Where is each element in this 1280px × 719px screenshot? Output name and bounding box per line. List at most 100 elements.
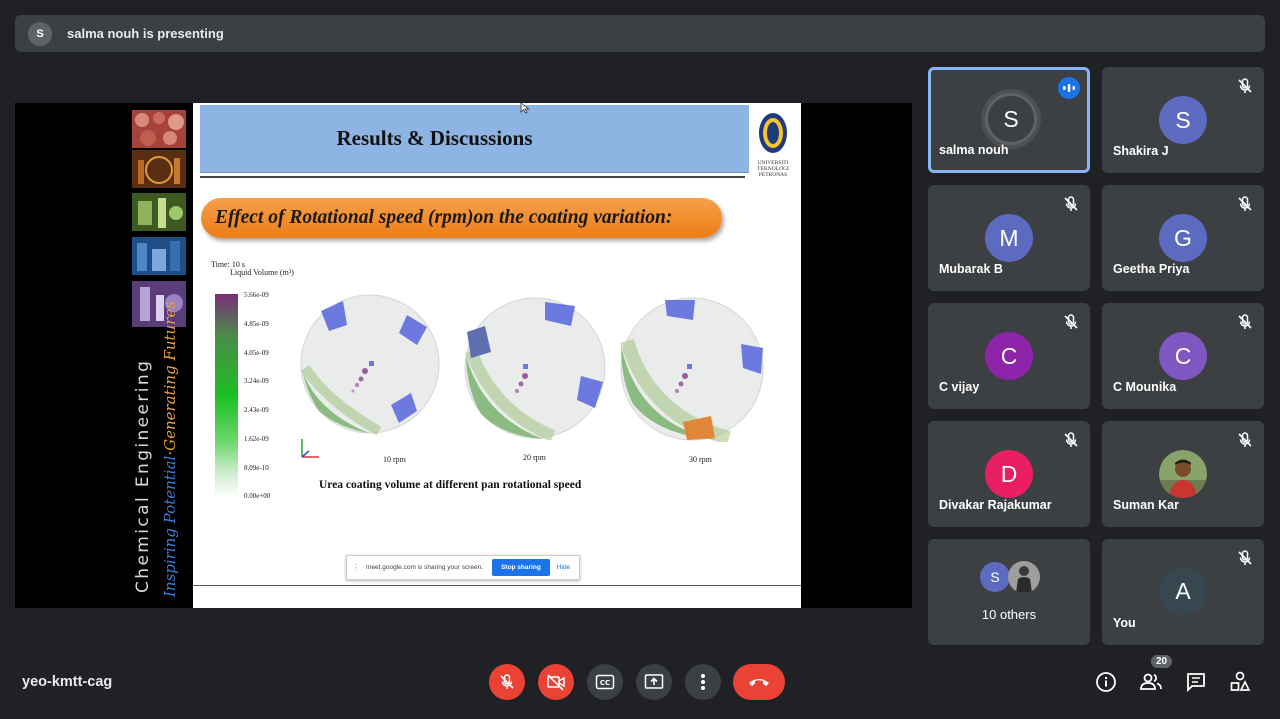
- microphone-toggle-button[interactable]: [489, 664, 525, 700]
- present-screen-icon: [644, 674, 664, 689]
- captions-button[interactable]: CC: [587, 664, 623, 700]
- presentation-banner: S salma nouh is presenting: [15, 15, 1265, 52]
- participant-avatar: M: [985, 214, 1033, 262]
- more-vertical-icon: [701, 674, 705, 690]
- mic-off-icon: [1064, 432, 1078, 447]
- pan-simulation-20rpm: [464, 297, 606, 440]
- present-screen-button[interactable]: [636, 664, 672, 700]
- thumbnail-image-2: [132, 150, 186, 188]
- participant-avatar: S: [985, 93, 1037, 145]
- participant-tile-others[interactable]: S 10 others: [928, 539, 1090, 645]
- leave-call-button[interactable]: [733, 664, 785, 700]
- mic-off-icon: [1238, 432, 1252, 447]
- speaking-indicator-icon: [1058, 77, 1080, 99]
- axis-triad-icon: [301, 439, 319, 458]
- hang-up-icon: [749, 679, 769, 686]
- rpm-label-10: 10 rpm: [383, 455, 406, 464]
- rpm-label-20: 20 rpm: [523, 453, 546, 462]
- closed-captions-icon: CC: [595, 674, 615, 690]
- activities-button[interactable]: [1227, 669, 1253, 695]
- activities-shapes-icon: [1230, 671, 1251, 691]
- liquid-volume-label: Liquid Volume (m³): [230, 268, 294, 277]
- meeting-details-button[interactable]: [1093, 669, 1119, 695]
- mouse-cursor-icon: [520, 102, 530, 114]
- colorbar-tick: 1.62e-09: [244, 435, 269, 443]
- meeting-code: yeo-kmtt-cag: [22, 674, 113, 690]
- participant-avatar: S: [1159, 96, 1207, 144]
- slide-canvas: Results & Discussions UNIVERSITI TEKNOLO…: [193, 103, 801, 608]
- colorbar-tick: 4.85e-09: [244, 320, 269, 328]
- mic-off-icon: [1064, 196, 1078, 211]
- logo-emblem-icon: [759, 113, 787, 153]
- pan-simulation-10rpm: [300, 294, 440, 435]
- side-text-chemical-engineering: Chemical Engineering: [133, 358, 153, 593]
- participant-name: You: [1113, 616, 1136, 630]
- participant-tile-suman-kar[interactable]: Suman Kar: [1102, 421, 1264, 527]
- participant-avatar: D: [985, 450, 1033, 498]
- participant-name: Shakira J: [1113, 144, 1169, 158]
- colorbar-tick: 2.43e-09: [244, 406, 269, 414]
- more-options-button[interactable]: [685, 664, 721, 700]
- rpm-label-30: 30 rpm: [689, 455, 712, 464]
- tagline-part-1: Inspiring Potential: [161, 455, 179, 597]
- slide-divider: [200, 176, 745, 178]
- bottom-control-bar: yeo-kmtt-cag CC 20: [0, 650, 1280, 719]
- participant-avatar: G: [1159, 214, 1207, 262]
- mic-off-icon: [1238, 196, 1252, 211]
- participant-name: C Mounika: [1113, 380, 1177, 394]
- participant-tile-mubarak-b[interactable]: M Mubarak B: [928, 185, 1090, 291]
- colorbar-tick: 8.09e-10: [244, 464, 269, 472]
- screen-share-notice: ⋮ meet.google.com is sharing your screen…: [346, 555, 580, 580]
- slide-bottom-divider: [193, 585, 801, 586]
- svg-text:CC: CC: [600, 679, 610, 687]
- mic-off-icon: [1238, 314, 1252, 329]
- others-avatar: S: [980, 562, 1010, 592]
- participant-tile-shakira-j[interactable]: S Shakira J: [1102, 67, 1264, 173]
- presenter-avatar: S: [28, 21, 52, 46]
- participant-tile-divakar-rajakumar[interactable]: D Divakar Rajakumar: [928, 421, 1090, 527]
- colorbar-tick: 0.00e+00: [244, 492, 271, 500]
- participant-tile-c-vijay[interactable]: C C vijay: [928, 303, 1090, 409]
- presenting-text: salma nouh is presenting: [67, 26, 224, 41]
- participant-name: Geetha Priya: [1113, 262, 1190, 276]
- mic-off-icon: [1238, 78, 1252, 93]
- info-icon: [1096, 672, 1116, 692]
- participant-name: Mubarak B: [939, 262, 1003, 276]
- participant-tile-salma-nouh[interactable]: S salma nouh: [928, 67, 1090, 173]
- side-text-tagline: Inspiring Potential·Generating Futures: [161, 301, 179, 597]
- participant-avatar: A: [1159, 567, 1207, 615]
- participant-name: C vijay: [939, 380, 980, 394]
- people-icon: [1140, 673, 1162, 690]
- chat-icon: [1187, 673, 1205, 693]
- thumbnail-image-1: [132, 110, 186, 148]
- participant-photo-avatar: [1159, 450, 1207, 498]
- others-label: 10 others: [981, 607, 1037, 622]
- mic-off-icon: [1238, 550, 1252, 565]
- participant-count-badge: 20: [1151, 655, 1173, 668]
- camera-toggle-button[interactable]: [538, 664, 574, 700]
- participant-name: Suman Kar: [1113, 498, 1179, 512]
- tagline-part-2: ·Generating Futures: [161, 301, 179, 456]
- colorbar-tick: 5.66e-09: [244, 291, 269, 299]
- colorbar-tick: 4.05e-09: [244, 349, 269, 357]
- participant-tile-c-mounika[interactable]: C C Mounika: [1102, 303, 1264, 409]
- participant-tile-you[interactable]: A You: [1102, 539, 1264, 645]
- people-button[interactable]: [1138, 669, 1164, 695]
- participant-avatar: C: [985, 332, 1033, 380]
- pan-simulation-30rpm: [620, 297, 764, 442]
- hide-button[interactable]: Hide: [557, 564, 570, 571]
- colorbar: [215, 294, 238, 498]
- mic-off-icon: [500, 674, 514, 689]
- chat-button[interactable]: [1183, 669, 1209, 695]
- participant-tile-geetha-priya[interactable]: G Geetha Priya: [1102, 185, 1264, 291]
- slide-title: Results & Discussions: [336, 126, 533, 150]
- stop-sharing-button[interactable]: Stop sharing: [492, 559, 550, 576]
- section-banner: Effect of Rotational speed (rpm)on the c…: [201, 198, 722, 238]
- share-notice-text: meet.google.com is sharing your screen.: [366, 564, 484, 571]
- university-logo: UNIVERSITI TEKNOLOGI PETRONAS: [755, 111, 791, 178]
- shared-screen: Chemical Engineering Inspiring Potential…: [15, 102, 912, 608]
- drag-handle-icon[interactable]: ⋮: [352, 563, 360, 572]
- mic-off-icon: [1064, 314, 1078, 329]
- participant-avatar: C: [1159, 332, 1207, 380]
- participant-name: Divakar Rajakumar: [939, 498, 1052, 512]
